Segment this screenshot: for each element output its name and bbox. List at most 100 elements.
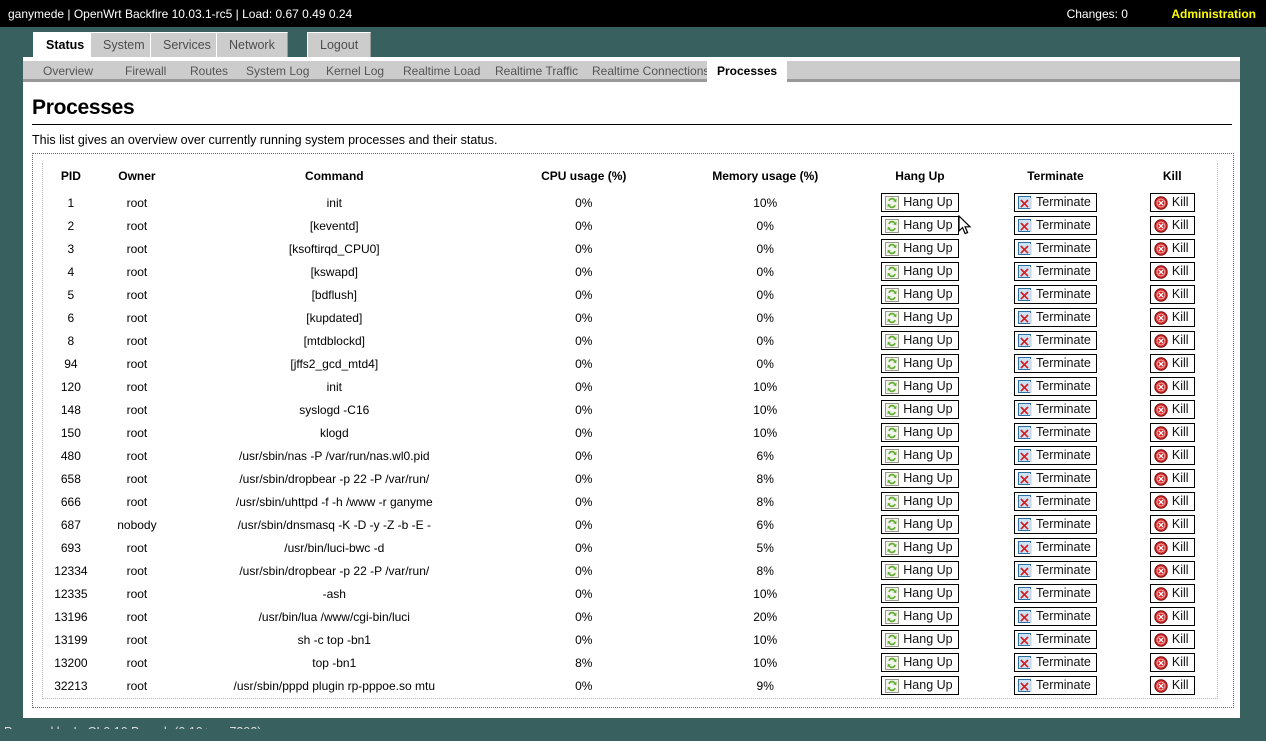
kill-button[interactable]: Kill [1150,446,1195,465]
hangup-button[interactable]: Hang Up [881,446,958,465]
kill-button[interactable]: Kill [1150,607,1195,626]
terminate-button-label: Terminate [1036,470,1091,487]
terminate-button[interactable]: Terminate [1014,239,1097,258]
kill-button[interactable]: Kill [1150,492,1195,511]
tab-status[interactable]: Status [33,32,97,58]
kill-button[interactable]: Kill [1150,377,1195,396]
subtab-firewall[interactable]: Firewall [115,61,176,82]
hangup-button[interactable]: Hang Up [881,193,958,212]
cell-kill: Kill [1127,605,1217,628]
kill-button[interactable]: Kill [1150,308,1195,327]
hangup-button[interactable]: Hang Up [881,607,958,626]
tab-logout[interactable]: Logout [307,32,371,58]
kill-button[interactable]: Kill [1150,285,1195,304]
terminate-button[interactable]: Terminate [1014,400,1097,419]
kill-icon [1154,610,1168,624]
terminate-button[interactable]: Terminate [1014,653,1097,672]
terminate-button[interactable]: Terminate [1014,216,1097,235]
hangup-button[interactable]: Hang Up [881,285,958,304]
hangup-button[interactable]: Hang Up [881,561,958,580]
terminate-button[interactable]: Terminate [1014,423,1097,442]
system-info-text: ganymede | OpenWrt Backfire 10.03.1-rc5 … [8,7,352,21]
tab-network[interactable]: Network [216,32,288,58]
terminate-button[interactable]: Terminate [1014,193,1097,212]
hangup-button[interactable]: Hang Up [881,331,958,350]
tab-system[interactable]: System [90,32,158,58]
subtab-realtime-load[interactable]: Realtime Load [393,61,490,82]
cell-cpu: 0% [493,490,674,513]
cell-hangup: Hang Up [856,559,983,582]
kill-button[interactable]: Kill [1150,676,1195,695]
kill-button[interactable]: Kill [1150,262,1195,281]
subtab-routes[interactable]: Routes [180,61,238,82]
terminate-button[interactable]: Terminate [1014,446,1097,465]
kill-button[interactable]: Kill [1150,584,1195,603]
hangup-button[interactable]: Hang Up [881,423,958,442]
kill-button[interactable]: Kill [1150,630,1195,649]
hangup-button[interactable]: Hang Up [881,538,958,557]
terminate-button[interactable]: Terminate [1014,676,1097,695]
terminate-button[interactable]: Terminate [1014,354,1097,373]
hangup-button[interactable]: Hang Up [881,216,958,235]
terminate-button[interactable]: Terminate [1014,492,1097,511]
hangup-button[interactable]: Hang Up [881,239,958,258]
terminate-button[interactable]: Terminate [1014,331,1097,350]
hangup-icon [885,403,899,417]
terminate-button[interactable]: Terminate [1014,515,1097,534]
cell-cpu: 0% [493,283,674,306]
cell-pid: 687 [43,513,99,536]
kill-button[interactable]: Kill [1150,469,1195,488]
terminate-button[interactable]: Terminate [1014,285,1097,304]
hangup-button[interactable]: Hang Up [881,653,958,672]
subtab-kernel-log[interactable]: Kernel Log [316,61,394,82]
terminate-button[interactable]: Terminate [1014,377,1097,396]
administration-link[interactable]: Administration [1171,7,1256,21]
kill-button[interactable]: Kill [1150,216,1195,235]
subtab-overview[interactable]: Overview [33,61,103,82]
hangup-button[interactable]: Hang Up [881,308,958,327]
hangup-icon [885,265,899,279]
hangup-button[interactable]: Hang Up [881,630,958,649]
cell-owner: root [99,536,175,559]
subtab-system-log[interactable]: System Log [236,61,319,82]
terminate-button[interactable]: Terminate [1014,607,1097,626]
kill-button[interactable]: Kill [1150,538,1195,557]
hangup-button[interactable]: Hang Up [881,262,958,281]
hangup-button[interactable]: Hang Up [881,492,958,511]
cell-command: top -bn1 [175,651,493,674]
kill-button[interactable]: Kill [1150,423,1195,442]
kill-button[interactable]: Kill [1150,561,1195,580]
terminate-button[interactable]: Terminate [1014,561,1097,580]
hangup-button[interactable]: Hang Up [881,676,958,695]
subtab-realtime-connections[interactable]: Realtime Connections [582,61,719,82]
terminate-button[interactable]: Terminate [1014,584,1097,603]
cell-pid: 13200 [43,651,99,674]
hangup-button[interactable]: Hang Up [881,400,958,419]
hangup-icon [885,426,899,440]
hangup-button[interactable]: Hang Up [881,515,958,534]
kill-button[interactable]: Kill [1150,239,1195,258]
terminate-button[interactable]: Terminate [1014,538,1097,557]
cell-terminate: Terminate [983,490,1127,513]
kill-icon [1154,426,1168,440]
kill-button[interactable]: Kill [1150,354,1195,373]
hangup-button[interactable]: Hang Up [881,377,958,396]
kill-button[interactable]: Kill [1150,193,1195,212]
hangup-button[interactable]: Hang Up [881,469,958,488]
terminate-button[interactable]: Terminate [1014,469,1097,488]
kill-icon [1154,633,1168,647]
hangup-button[interactable]: Hang Up [881,354,958,373]
subtab-realtime-traffic[interactable]: Realtime Traffic [485,61,588,82]
subtab-processes[interactable]: Processes [707,61,787,85]
kill-button[interactable]: Kill [1150,400,1195,419]
terminate-button[interactable]: Terminate [1014,262,1097,281]
kill-button[interactable]: Kill [1150,331,1195,350]
tab-services[interactable]: Services [150,32,224,58]
hangup-button[interactable]: Hang Up [881,584,958,603]
terminate-button[interactable]: Terminate [1014,630,1097,649]
terminate-button[interactable]: Terminate [1014,308,1097,327]
cell-terminate: Terminate [983,375,1127,398]
kill-button[interactable]: Kill [1150,653,1195,672]
kill-button[interactable]: Kill [1150,515,1195,534]
cell-kill: Kill [1127,467,1217,490]
